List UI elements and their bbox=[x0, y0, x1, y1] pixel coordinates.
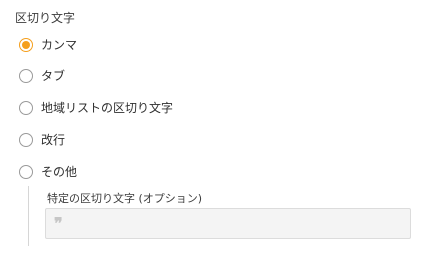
radio-label-newline: 改行 bbox=[41, 133, 66, 147]
custom-delimiter-group: 特定の区切り文字 (オプション) ❞ bbox=[28, 186, 419, 246]
radio-option-regional-list-separator[interactable]: 地域リストの区切り文字 bbox=[19, 98, 173, 118]
radio-option-other[interactable]: その他 bbox=[19, 162, 77, 182]
radio-option-tab[interactable]: タブ bbox=[19, 66, 65, 86]
section-title: 区切り文字 bbox=[15, 11, 76, 25]
custom-delimiter-input[interactable]: ❞ bbox=[45, 208, 411, 239]
radio-button-other[interactable] bbox=[19, 165, 33, 179]
quote-icon: ❞ bbox=[54, 213, 63, 233]
radio-button-tab[interactable] bbox=[19, 69, 33, 83]
radio-button-regional-list-separator[interactable] bbox=[19, 101, 33, 115]
radio-label-regional-list-separator: 地域リストの区切り文字 bbox=[41, 101, 174, 115]
radio-label-comma: カンマ bbox=[41, 38, 78, 52]
radio-label-other: その他 bbox=[41, 165, 78, 179]
radio-button-comma[interactable] bbox=[19, 38, 33, 52]
custom-delimiter-label: 特定の区切り文字 (オプション) bbox=[47, 192, 203, 205]
radio-option-newline[interactable]: 改行 bbox=[19, 130, 65, 150]
radio-option-comma[interactable]: カンマ bbox=[19, 35, 77, 55]
radio-button-newline[interactable] bbox=[19, 133, 33, 147]
radio-label-tab: タブ bbox=[41, 69, 66, 83]
